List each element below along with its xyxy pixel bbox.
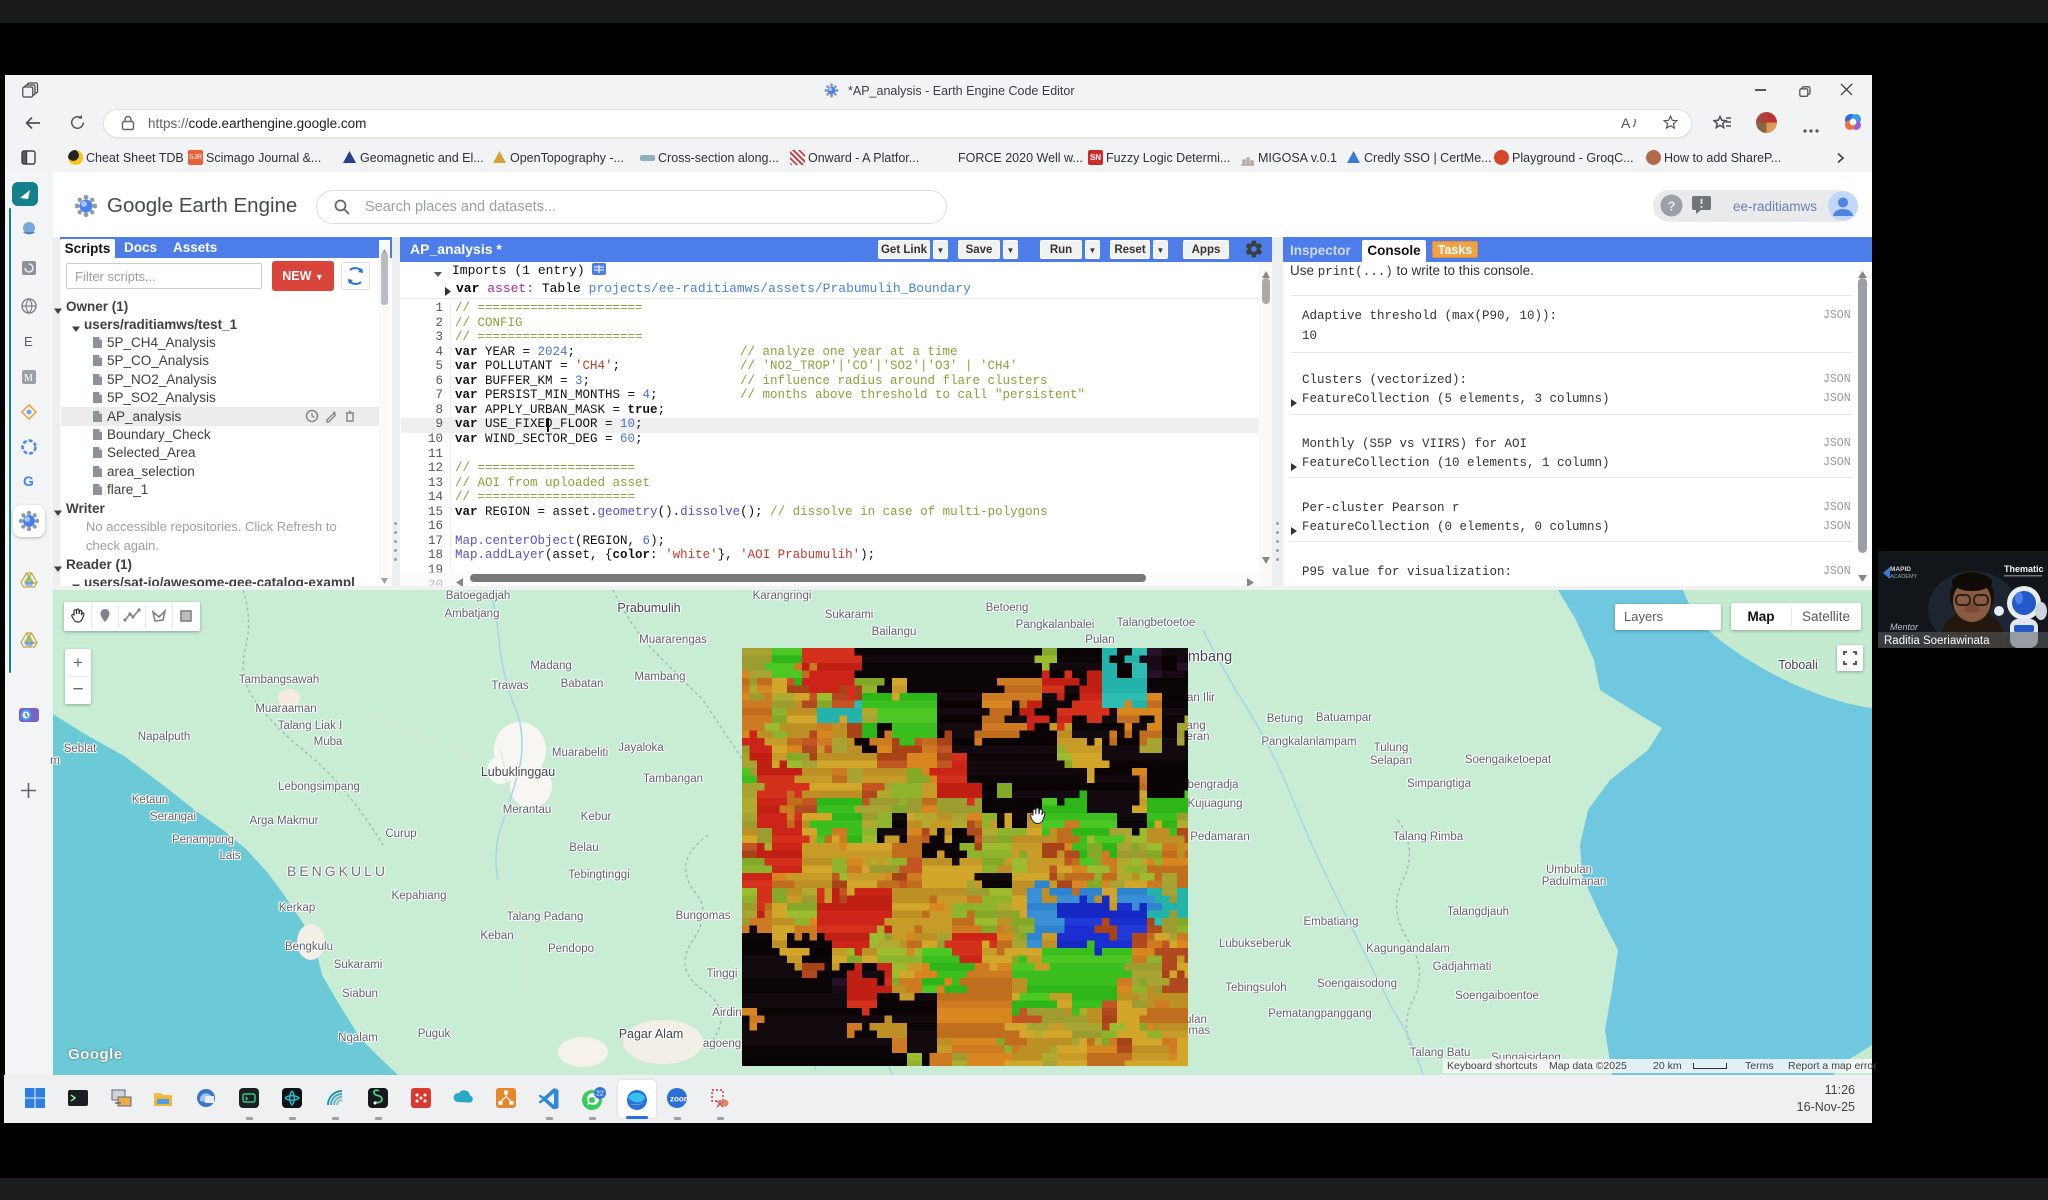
svg-text:A: A — [1621, 115, 1631, 131]
svg-text:G: G — [23, 473, 34, 489]
svg-text:zoom: zoom — [670, 1095, 688, 1104]
svg-text:MAPID: MAPID — [1890, 566, 1911, 573]
svg-text:?: ? — [1668, 199, 1676, 214]
svg-text:M: M — [24, 373, 33, 384]
svg-text:E: E — [24, 334, 33, 349]
svg-text:Thematic: Thematic — [2004, 564, 2044, 574]
svg-text:Mentor: Mentor — [1890, 622, 1919, 632]
svg-text:22: 22 — [596, 1091, 604, 1098]
svg-text:ACADEMY: ACADEMY — [1890, 574, 1918, 580]
svg-text:Raditia Soeriawinata: Raditia Soeriawinata — [1884, 635, 1990, 647]
